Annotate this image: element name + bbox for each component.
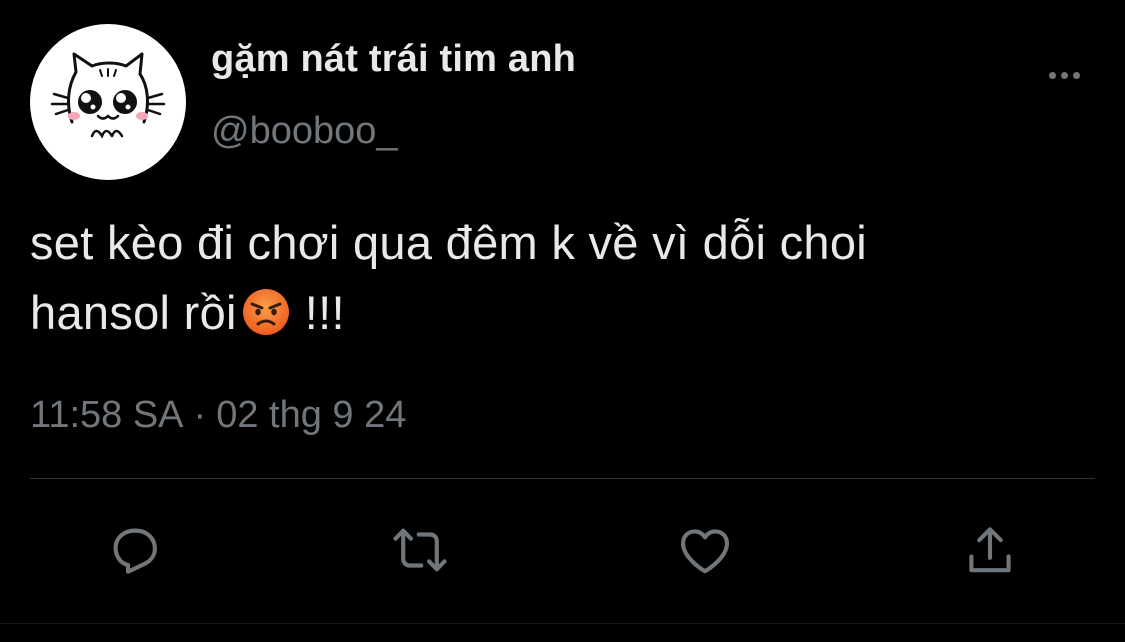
tweet-timestamp[interactable]: 11:58 SA · 02 thg 9 24 [30, 394, 406, 437]
angry-face-emoji-icon [242, 289, 289, 335]
like-button[interactable] [670, 515, 740, 585]
more-dot-icon [1060, 71, 1068, 79]
more-dot-icon [1072, 71, 1080, 79]
tweet-text: set kèo đi chơi qua đêm k về vì dỗi choi… [30, 208, 1090, 348]
divider [0, 623, 1125, 624]
divider [30, 478, 1095, 479]
more-options-button[interactable] [1036, 58, 1092, 92]
author-handle[interactable]: @booboo_ [211, 110, 398, 153]
author-display-name[interactable]: gặm nát trái tim anh [211, 38, 576, 81]
tweet-text-segment: hansol rồi [30, 286, 237, 339]
avatar[interactable] [30, 24, 186, 180]
tweet-text-suffix: !!! [304, 286, 345, 339]
timestamp-separator: · [193, 394, 207, 436]
tweet-action-bar [0, 515, 1125, 585]
tweet-time: 11:58 SA [30, 394, 184, 436]
cat-face-icon [50, 52, 166, 139]
share-button[interactable] [955, 515, 1025, 585]
tweet-text-line: hansol rồi !!! [30, 278, 1090, 348]
heart-icon [680, 529, 730, 574]
reply-icon [113, 528, 157, 574]
reply-button[interactable] [100, 515, 170, 585]
retweet-button[interactable] [385, 515, 455, 585]
more-dot-icon [1048, 71, 1056, 79]
share-icon [969, 527, 1011, 573]
retweet-icon [393, 528, 447, 572]
tweet-date: 02 thg 9 24 [216, 394, 407, 436]
tweet-detail: gặm nát trái tim anh @booboo_ set kèo đi… [0, 0, 1125, 642]
tweet-text-line: set kèo đi chơi qua đêm k về vì dỗi choi [30, 216, 868, 269]
